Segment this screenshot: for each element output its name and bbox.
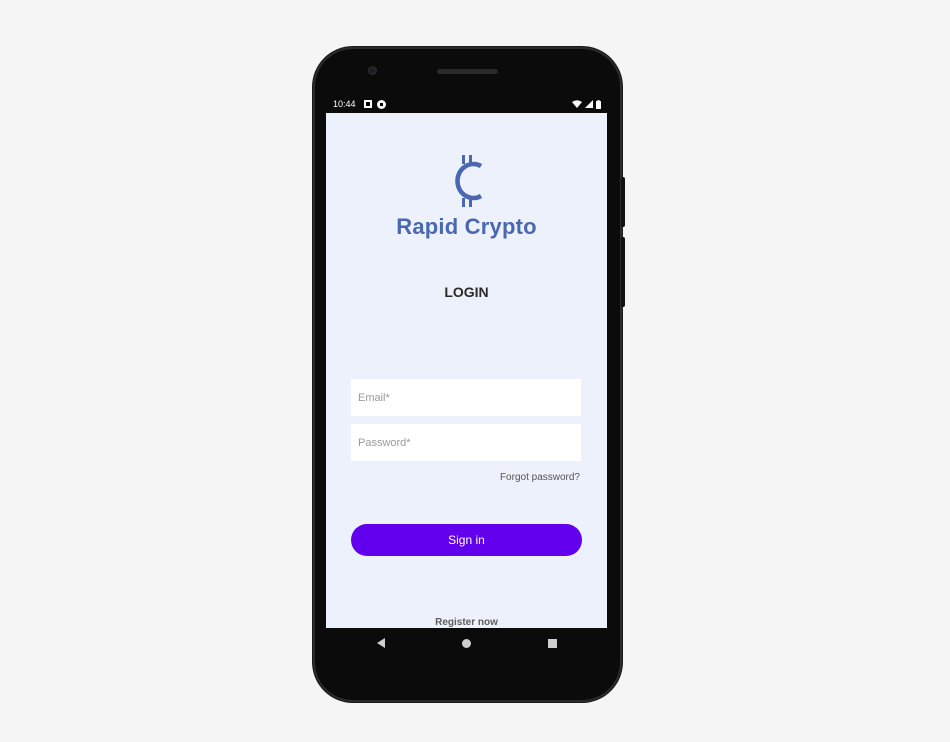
wifi-icon xyxy=(572,100,582,108)
page-title: LOGIN xyxy=(444,284,489,300)
notification-circle-icon xyxy=(376,99,386,109)
notification-square-icon xyxy=(363,100,372,108)
battery-icon xyxy=(596,99,601,109)
sign-in-button[interactable]: Sign in xyxy=(351,524,582,556)
cent-coin-icon xyxy=(454,155,482,207)
status-right-icons xyxy=(572,99,601,109)
earpiece-speaker xyxy=(437,69,498,74)
app-logo xyxy=(326,153,607,214)
volume-button xyxy=(621,237,625,307)
password-field[interactable] xyxy=(351,424,581,461)
recents-icon xyxy=(547,638,557,648)
front-camera xyxy=(368,66,377,75)
status-bar: 10:44 xyxy=(327,96,607,112)
back-icon xyxy=(377,638,385,648)
email-field[interactable] xyxy=(351,379,581,416)
phone-frame: 10:44 Rapid Crypto LOGIN Email* Forgot p… xyxy=(313,47,625,702)
app-name: Rapid Crypto xyxy=(396,214,537,239)
signal-icon xyxy=(585,100,593,108)
home-icon xyxy=(462,638,471,648)
navigation-bar xyxy=(326,628,607,658)
forgot-password-link[interactable]: Forgot password? xyxy=(500,472,580,483)
recents-button[interactable] xyxy=(542,633,562,653)
register-link[interactable]: Register now xyxy=(326,617,607,628)
status-time: 10:44 xyxy=(333,99,356,109)
power-button xyxy=(621,177,625,227)
app-screen: Rapid Crypto LOGIN Forgot password? Sign… xyxy=(326,113,607,628)
home-button[interactable] xyxy=(457,633,477,653)
back-button[interactable] xyxy=(371,633,391,653)
